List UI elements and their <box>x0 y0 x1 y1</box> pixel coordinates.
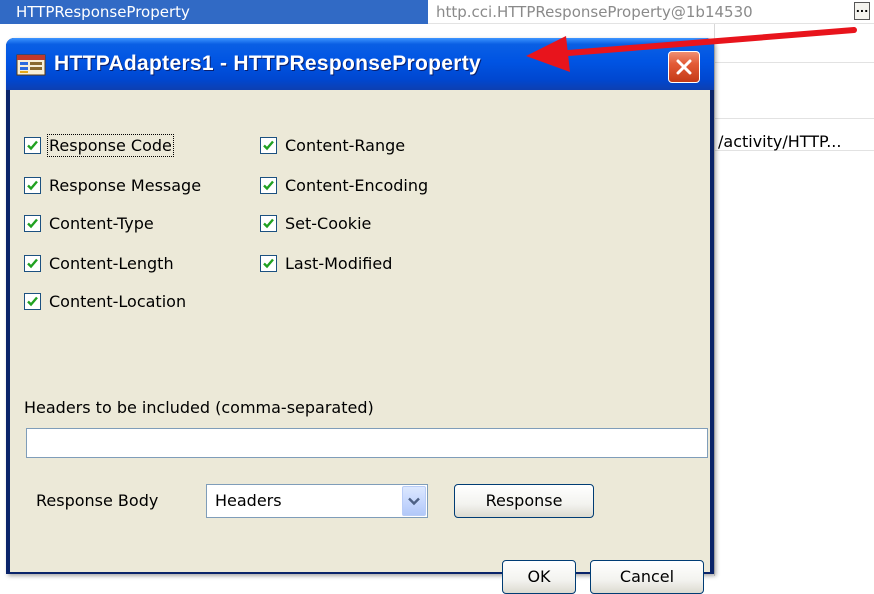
grid-divider <box>714 24 715 576</box>
checkbox-label: Response Code <box>47 133 174 157</box>
checkbox-response-message[interactable]: Response Message <box>24 174 201 196</box>
http-response-property-dialog: HTTPAdapters1 - HTTPResponseProperty Res… <box>6 38 714 594</box>
checkmark-icon <box>24 214 41 232</box>
checkbox-label: Set-Cookie <box>285 213 372 233</box>
checkbox-label: Content-Length <box>49 253 174 273</box>
checkbox-label: Content-Location <box>49 291 187 311</box>
ok-button[interactable]: OK <box>502 560 576 594</box>
checkbox-content-type[interactable]: Content-Type <box>24 212 154 234</box>
checkmark-icon <box>24 136 41 154</box>
response-body-value: Headers <box>215 491 282 510</box>
dialog-titlebar[interactable]: HTTPAdapters1 - HTTPResponseProperty <box>6 38 714 90</box>
headers-input[interactable] <box>26 428 708 458</box>
checkmark-icon <box>24 176 41 194</box>
close-x-icon <box>676 59 692 75</box>
property-name-label: HTTPResponseProperty <box>16 3 190 21</box>
cancel-button[interactable]: Cancel <box>590 560 704 594</box>
dialog-title: HTTPAdapters1 - HTTPResponseProperty <box>54 52 481 75</box>
checkbox-label: Content-Type <box>49 213 154 233</box>
checkbox-label: Last-Modified <box>285 253 393 273</box>
checkmark-icon <box>24 292 41 310</box>
dialog-body: Response Code Response Message Content-T… <box>10 90 710 594</box>
dropdown-button[interactable] <box>402 486 426 516</box>
checkbox-label: Content-Encoding <box>285 175 429 195</box>
ellipsis-button[interactable]: ... <box>854 2 870 20</box>
checkmark-icon <box>260 254 277 272</box>
checkmark-icon <box>24 254 41 272</box>
checkbox-last-modified[interactable]: Last-Modified <box>260 252 392 274</box>
checkbox-content-location[interactable]: Content-Location <box>24 290 186 312</box>
properties-icon <box>16 54 46 76</box>
checkbox-set-cookie[interactable]: Set-Cookie <box>260 212 371 234</box>
grid-line <box>714 62 874 63</box>
checkbox-content-encoding[interactable]: Content-Encoding <box>260 174 428 196</box>
property-value-cell[interactable]: http.cci.HTTPResponseProperty@1b14530 ..… <box>428 0 874 24</box>
checkmark-icon <box>260 176 277 194</box>
property-value-text: http.cci.HTTPResponseProperty@1b14530 <box>436 3 753 21</box>
chevron-down-icon <box>408 497 420 506</box>
checkmark-icon <box>260 136 277 154</box>
checkbox-label: Content-Range <box>285 135 406 155</box>
checkbox-content-range[interactable]: Content-Range <box>260 134 405 156</box>
checkmark-icon <box>260 214 277 232</box>
response-body-label: Response Body <box>36 491 159 510</box>
close-button[interactable] <box>668 51 700 83</box>
headers-label: Headers to be included (comma-separated) <box>24 398 374 417</box>
response-button[interactable]: Response <box>454 484 594 518</box>
checkbox-label: Response Message <box>49 175 202 195</box>
property-name-cell[interactable]: HTTPResponseProperty <box>0 0 428 24</box>
response-body-select[interactable]: Headers <box>206 484 428 518</box>
activity-path-text: /activity/HTTP... <box>718 132 842 151</box>
checkbox-response-code[interactable]: Response Code <box>24 133 174 157</box>
checkbox-content-length[interactable]: Content-Length <box>24 252 174 274</box>
grid-line <box>714 118 874 119</box>
